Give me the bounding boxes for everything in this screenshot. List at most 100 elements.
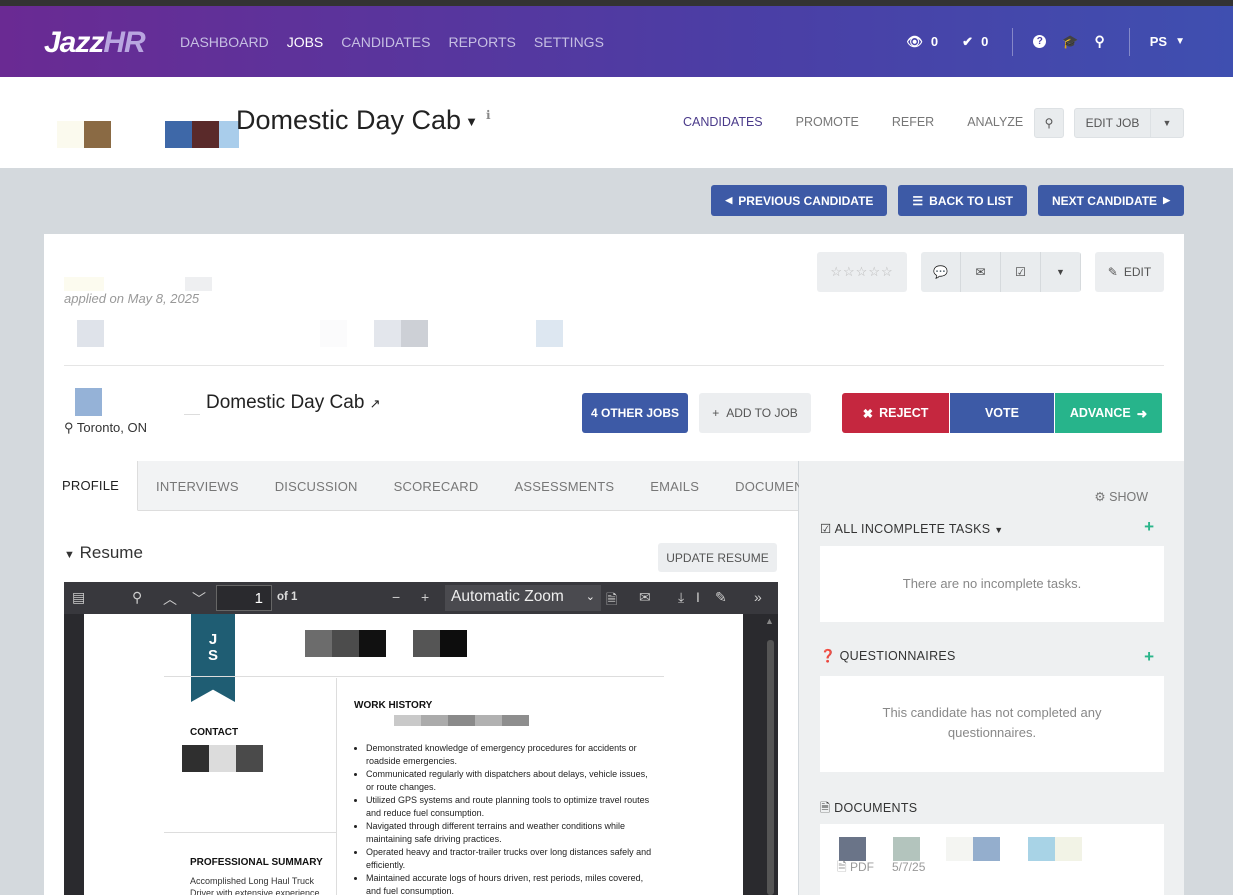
redacted-block [973,837,1000,861]
tab-discussion[interactable]: DISCUSSION [257,461,376,511]
redacted-block [413,630,440,657]
vote-button[interactable]: VOTE [949,393,1054,433]
task-checkbox-icon[interactable]: ☑ [1001,252,1041,292]
add-task-button[interactable]: + [1144,517,1154,537]
redacted-block [536,320,563,347]
edit-candidate-button[interactable]: ✎ EDIT [1095,252,1164,292]
other-jobs-button[interactable]: 4 OTHER JOBS [582,393,688,433]
chevron-down-icon[interactable]: ﹀ [192,589,206,609]
text-cursor-icon[interactable]: I [696,589,700,605]
edit-job-button[interactable]: EDIT JOB [1074,108,1151,138]
contact-heading: CONTACT [190,727,239,738]
question-circle-icon: ❓ [820,649,836,663]
checks-counter[interactable]: ✔ 0 [962,34,988,50]
gear-icon: ⚙ [1094,490,1106,504]
plus-icon: + [712,406,720,420]
user-menu[interactable]: PS ▼ [1150,34,1185,49]
help-tools: ? 🎓 ⚲ [1033,33,1105,50]
tab-interviews[interactable]: INTERVIEWS [138,461,257,511]
job-tabs: CANDIDATES PROMOTE REFER ANALYZE [683,115,1023,129]
envelope-icon[interactable]: ✉ [961,252,1001,292]
pdf-scrollbar[interactable]: ▲ [762,614,778,895]
tab-emails[interactable]: EMAILS [632,461,717,511]
star-rating[interactable]: ☆☆☆☆☆ [817,252,907,292]
divider [164,832,336,833]
add-to-job-button[interactable]: + ADD TO JOB [699,393,811,433]
help-icon[interactable]: ? [1033,35,1047,48]
search-icon[interactable]: ⚲ [1094,33,1104,50]
email-icon[interactable]: ✉ [639,589,651,606]
redacted-block [394,715,421,726]
job-search-button[interactable]: ⚲ [1034,108,1064,138]
sidebar-toggle-icon[interactable]: ▤ [72,589,85,606]
nav-candidates[interactable]: CANDIDATES [341,34,430,50]
caret-down-icon[interactable]: ▼ [1041,252,1081,292]
divider [1128,27,1130,56]
tab-scorecard[interactable]: SCORECARD [376,461,497,511]
redacted-block [184,414,200,415]
tab-profile[interactable]: PROFILE [44,461,139,511]
redacted-block [84,121,111,148]
pdf-toolbar: ▤ ⚲ ︿ ﹀ 1 of 1 − + Automatic Zoom ⌄ 🗎 ✉ ⤓… [64,582,778,614]
summary-text: Accomplished Long Haul Truck Driver with … [190,876,320,895]
more-tools-icon[interactable]: » [754,589,762,605]
tab-refer[interactable]: REFER [892,115,934,129]
download-icon[interactable]: ⤓ [678,589,684,606]
jazzhr-logo[interactable]: JazzHR [44,26,146,60]
job-header: Domestic Day Cab ▼ ℹ CANDIDATES PROMOTE RE… [0,77,1233,168]
chevron-down-icon: ⌄ [585,591,595,603]
edit-annotation-icon[interactable]: ✎ [715,589,727,606]
next-candidate-button[interactable]: NEXT CANDIDATE ▶ [1037,185,1184,216]
caret-left-icon: ◀ [725,195,733,205]
map-pin-icon: ⚲ [64,420,74,435]
tasks-section-title[interactable]: ☑ ALL INCOMPLETE TASKS ▼ [820,521,1003,536]
redacted-block [421,715,448,726]
redacted-block [448,715,475,726]
zoom-out-icon[interactable]: − [392,589,400,605]
caret-down-icon: ▼ [994,525,1004,535]
arrow-right-icon: ➜ [1136,406,1148,421]
file-icon: 🗎 [820,801,831,815]
nav-jobs[interactable]: JOBS [287,34,324,50]
redacted-block [332,630,359,657]
caret-down-icon[interactable]: ▼ [465,114,478,129]
pdf-viewer[interactable]: JS WORK HISTORY CONTACT Demonstrated kno… [64,614,778,895]
search-icon[interactable]: ⚲ [132,589,142,606]
page-number-input[interactable]: 1 [216,585,272,611]
scroll-up-icon[interactable]: ▲ [765,616,774,626]
tab-assessments[interactable]: ASSESSMENTS [496,461,632,511]
previous-candidate-button[interactable]: ◀ PREVIOUS CANDIDATE [711,185,888,216]
add-questionnaire-button[interactable]: + [1144,647,1154,667]
job-title[interactable]: Domestic Day Cab ▼ ℹ [236,105,491,136]
candidate-location: ⚲ Toronto, ON [64,420,148,435]
back-to-list-button[interactable]: ☰ BACK TO LIST [898,185,1027,216]
graduation-cap-icon[interactable]: 🎓 [1062,34,1078,50]
comment-icon[interactable]: 💬 [921,252,961,292]
page-count: of 1 [277,591,298,603]
tab-analyze[interactable]: ANALYZE [967,115,1023,129]
reject-button[interactable]: ✖ REJECT [842,393,949,433]
chevron-up-icon[interactable]: ︿ [163,589,177,609]
views-counter[interactable]: 👁 0 [906,34,938,50]
caret-right-icon: ▶ [1163,195,1170,205]
nav-dashboard[interactable]: DASHBOARD [180,34,269,50]
update-resume-button[interactable]: UPDATE RESUME [658,543,777,572]
nav-settings[interactable]: SETTINGS [534,34,604,50]
document-icon[interactable]: 🗎 [606,589,617,613]
redacted-block [440,630,467,657]
redacted-block [182,745,209,772]
info-icon[interactable]: ℹ [486,108,491,122]
advance-button[interactable]: ADVANCE ➜ [1054,393,1162,433]
show-settings-button[interactable]: ⚙ SHOW [1094,489,1148,504]
tab-candidates[interactable]: CANDIDATES [683,115,763,129]
zoom-in-icon[interactable]: + [421,589,429,605]
document-meta[interactable]: 🗎 PDF 5/7/25 [837,857,925,877]
nav-reports[interactable]: REPORTS [448,34,515,50]
scrollbar-thumb[interactable] [767,640,774,895]
redacted-block [946,837,973,861]
candidate-job-link[interactable]: Domestic Day Cab ↗ [206,392,381,414]
zoom-select[interactable]: Automatic Zoom ⌄ [445,585,601,611]
tab-promote[interactable]: PROMOTE [796,115,859,129]
resume-heading[interactable]: ▼ Resume [64,543,143,563]
edit-job-dropdown[interactable]: ▼ [1150,108,1184,138]
